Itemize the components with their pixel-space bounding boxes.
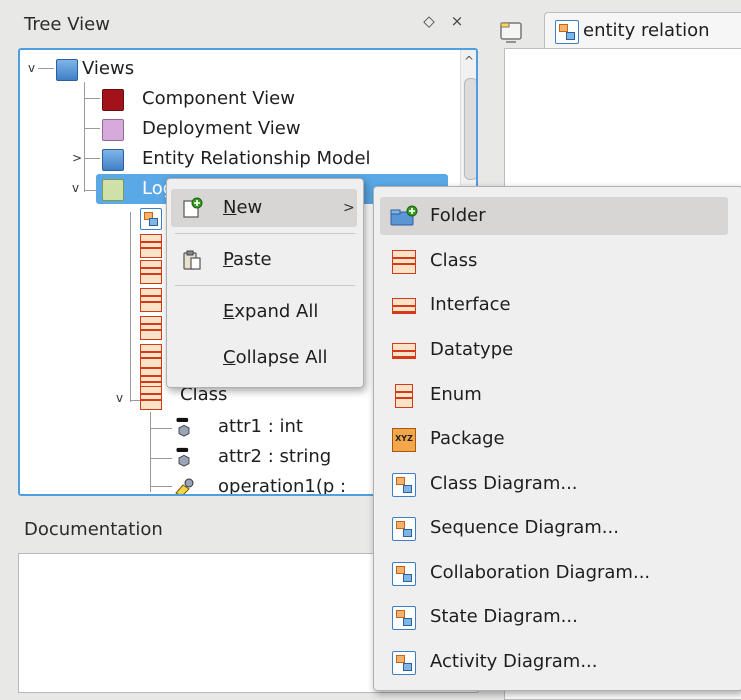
mnemonic: N: [223, 197, 237, 218]
menu-item-expand-all[interactable]: Expand All: [171, 293, 357, 331]
submenu-arrow-icon: >: [343, 200, 355, 216]
class-icon: [140, 386, 162, 410]
menu-item-label: Enum: [430, 384, 482, 405]
menu-item-collapse-all[interactable]: Collapse All: [171, 339, 357, 377]
tree-view-title: Tree View: [24, 14, 110, 35]
folder-green-icon: [102, 179, 124, 201]
attribute-icon: [176, 447, 190, 467]
menu-item-label: Activity Diagram...: [430, 651, 598, 672]
class-icon: [140, 288, 162, 312]
submenu-item-interface[interactable]: Interface: [380, 286, 728, 324]
submenu-item-package[interactable]: XYZ Package: [380, 420, 728, 458]
state-diagram-icon: [392, 606, 416, 630]
new-folder-icon: [390, 205, 418, 226]
tree-item-label: operation1(p :: [218, 476, 347, 496]
submenu-item-class[interactable]: Class: [380, 242, 728, 280]
submenu-item-datatype[interactable]: Datatype: [380, 331, 728, 369]
submenu-item-enum[interactable]: Enum: [380, 376, 728, 414]
mnemonic: C: [223, 347, 236, 368]
mnemonic: E: [223, 301, 235, 322]
tree-context-menu: New > Paste Expand All Collapse All: [166, 178, 364, 388]
scroll-up-icon[interactable]: ^: [464, 54, 474, 68]
class-diagram-icon: [392, 473, 416, 497]
menu-item-label: Interface: [430, 294, 511, 315]
interface-icon: [392, 298, 416, 314]
folder-red-icon: [102, 89, 124, 111]
new-submenu: Folder Class Interface Datatype Enum XYZ…: [373, 186, 741, 691]
class-icon: [140, 260, 162, 284]
menu-item-label: ollapse All: [235, 347, 328, 368]
menu-item-label: Package: [430, 428, 505, 449]
diagram-icon: [555, 20, 579, 44]
collaboration-diagram-icon: [392, 562, 416, 586]
menu-item-paste[interactable]: Paste: [171, 241, 357, 279]
tree-item-label: attr1 : int: [218, 416, 303, 437]
collapse-logical-view-icon[interactable]: v: [72, 182, 79, 194]
attribute-icon: [176, 417, 190, 437]
submenu-item-collaboration-diagram[interactable]: Collaboration Diagram...: [380, 554, 728, 592]
menu-item-label: Datatype: [430, 339, 514, 360]
tree-item-label: attr2 : string: [218, 446, 332, 467]
submenu-item-class-diagram[interactable]: Class Diagram...: [380, 465, 728, 503]
tree-item-label: Views: [82, 58, 135, 79]
class-icon: [140, 344, 162, 368]
scrollbar-thumb[interactable]: [464, 78, 476, 180]
menu-item-label: Class: [430, 250, 478, 271]
menu-item-label: xpand All: [234, 301, 319, 322]
float-dock-icon[interactable]: ◇: [418, 10, 440, 32]
documentation-title: Documentation: [24, 519, 163, 540]
operation-icon: [175, 478, 194, 494]
tree-item-label: Component View: [142, 88, 295, 109]
menu-item-label: Sequence Diagram...: [430, 517, 619, 538]
tree-item-label: Deployment View: [142, 118, 301, 139]
sequence-diagram-icon: [392, 517, 416, 541]
folder-blue-icon: [56, 59, 78, 81]
activity-diagram-icon: [392, 651, 416, 675]
class-icon: [140, 316, 162, 340]
tree-item-label: Entity Relationship Model: [142, 148, 371, 169]
submenu-item-sequence-diagram[interactable]: Sequence Diagram...: [380, 509, 728, 547]
collapse-views-icon[interactable]: v: [28, 62, 35, 74]
collapse-class-icon[interactable]: v: [116, 392, 123, 404]
tab-entity-relationship[interactable]: entity relation: [544, 12, 741, 49]
package-icon: XYZ: [392, 428, 416, 452]
menu-item-label: Collaboration Diagram...: [430, 562, 651, 583]
class-icon: [392, 250, 416, 274]
menu-item-label: Folder: [430, 205, 486, 226]
class-icon: [140, 234, 162, 258]
submenu-item-state-diagram[interactable]: State Diagram...: [380, 598, 728, 636]
diagram-icon: [140, 208, 162, 230]
submenu-item-folder[interactable]: Folder: [380, 197, 728, 235]
new-diagram-icon[interactable]: [498, 18, 524, 44]
mnemonic: P: [223, 249, 234, 270]
datatype-icon: [392, 343, 416, 359]
menu-item-label: ew: [236, 197, 263, 218]
folder-pink-icon: [102, 119, 124, 141]
expand-er-model-icon[interactable]: >: [72, 152, 82, 164]
menu-item-label: Class Diagram...: [430, 473, 578, 494]
menu-item-label: State Diagram...: [430, 606, 578, 627]
menu-item-label: aste: [233, 249, 272, 270]
tab-label: entity relation: [583, 20, 710, 41]
submenu-item-activity-diagram[interactable]: Activity Diagram...: [380, 643, 728, 681]
close-dock-icon[interactable]: ×: [446, 10, 468, 32]
enum-icon: [395, 384, 413, 408]
menu-item-new[interactable]: New >: [171, 189, 357, 227]
paste-icon: [183, 250, 201, 270]
new-icon: [183, 197, 203, 218]
folder-blue-icon: [102, 149, 124, 171]
